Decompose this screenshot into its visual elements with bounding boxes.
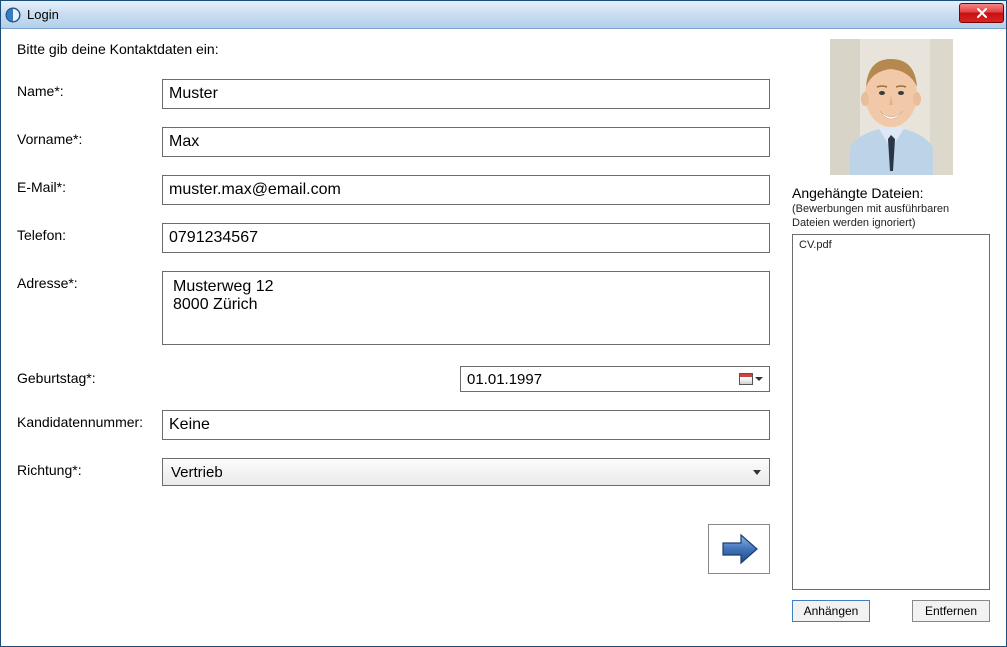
sidebar: Angehängte Dateien: (Bewerbungen mit aus…: [792, 39, 990, 632]
name-field[interactable]: [162, 79, 770, 109]
next-button[interactable]: [708, 524, 770, 574]
geburtstag-value: 01.01.1997: [467, 371, 542, 388]
chevron-down-icon: [753, 470, 761, 475]
intro-text: Bitte gib deine Kontaktdaten ein:: [17, 41, 774, 57]
vorname-field[interactable]: [162, 127, 770, 157]
file-list[interactable]: CV.pdf: [792, 234, 990, 590]
label-richtung: Richtung*:: [17, 458, 162, 478]
label-name: Name*:: [17, 79, 162, 99]
content: Bitte gib deine Kontaktdaten ein: Name*:…: [1, 29, 1006, 646]
telefon-field[interactable]: [162, 223, 770, 253]
window: Login Bitte gib deine Kontaktdaten ein: …: [0, 0, 1007, 647]
attachments-title: Angehängte Dateien:: [792, 185, 990, 201]
label-vorname: Vorname*:: [17, 127, 162, 147]
adresse-field[interactable]: [162, 271, 770, 345]
form-area: Bitte gib deine Kontaktdaten ein: Name*:…: [17, 39, 774, 632]
app-icon: [5, 7, 21, 23]
remove-button[interactable]: Entfernen: [912, 600, 990, 622]
file-item[interactable]: CV.pdf: [799, 238, 983, 252]
richtung-select[interactable]: Vertrieb: [162, 458, 770, 486]
attachments-subtitle: (Bewerbungen mit ausführbaren Dateien we…: [792, 203, 990, 231]
titlebar: Login: [1, 1, 1006, 29]
label-adresse: Adresse*:: [17, 271, 162, 291]
profile-photo: [830, 39, 953, 175]
label-telefon: Telefon:: [17, 223, 162, 243]
geburtstag-datepicker[interactable]: 01.01.1997: [460, 366, 770, 392]
close-button[interactable]: [959, 3, 1004, 23]
attach-button[interactable]: Anhängen: [792, 600, 870, 622]
email-field[interactable]: [162, 175, 770, 205]
richtung-value: Vertrieb: [171, 464, 753, 481]
label-geburtstag: Geburtstag*:: [17, 366, 162, 386]
label-kandidatennummer: Kandidatennummer:: [17, 410, 162, 430]
label-email: E-Mail*:: [17, 175, 162, 195]
kandidatennummer-field[interactable]: [162, 410, 770, 440]
calendar-icon[interactable]: [739, 373, 763, 385]
window-title: Login: [27, 7, 59, 22]
